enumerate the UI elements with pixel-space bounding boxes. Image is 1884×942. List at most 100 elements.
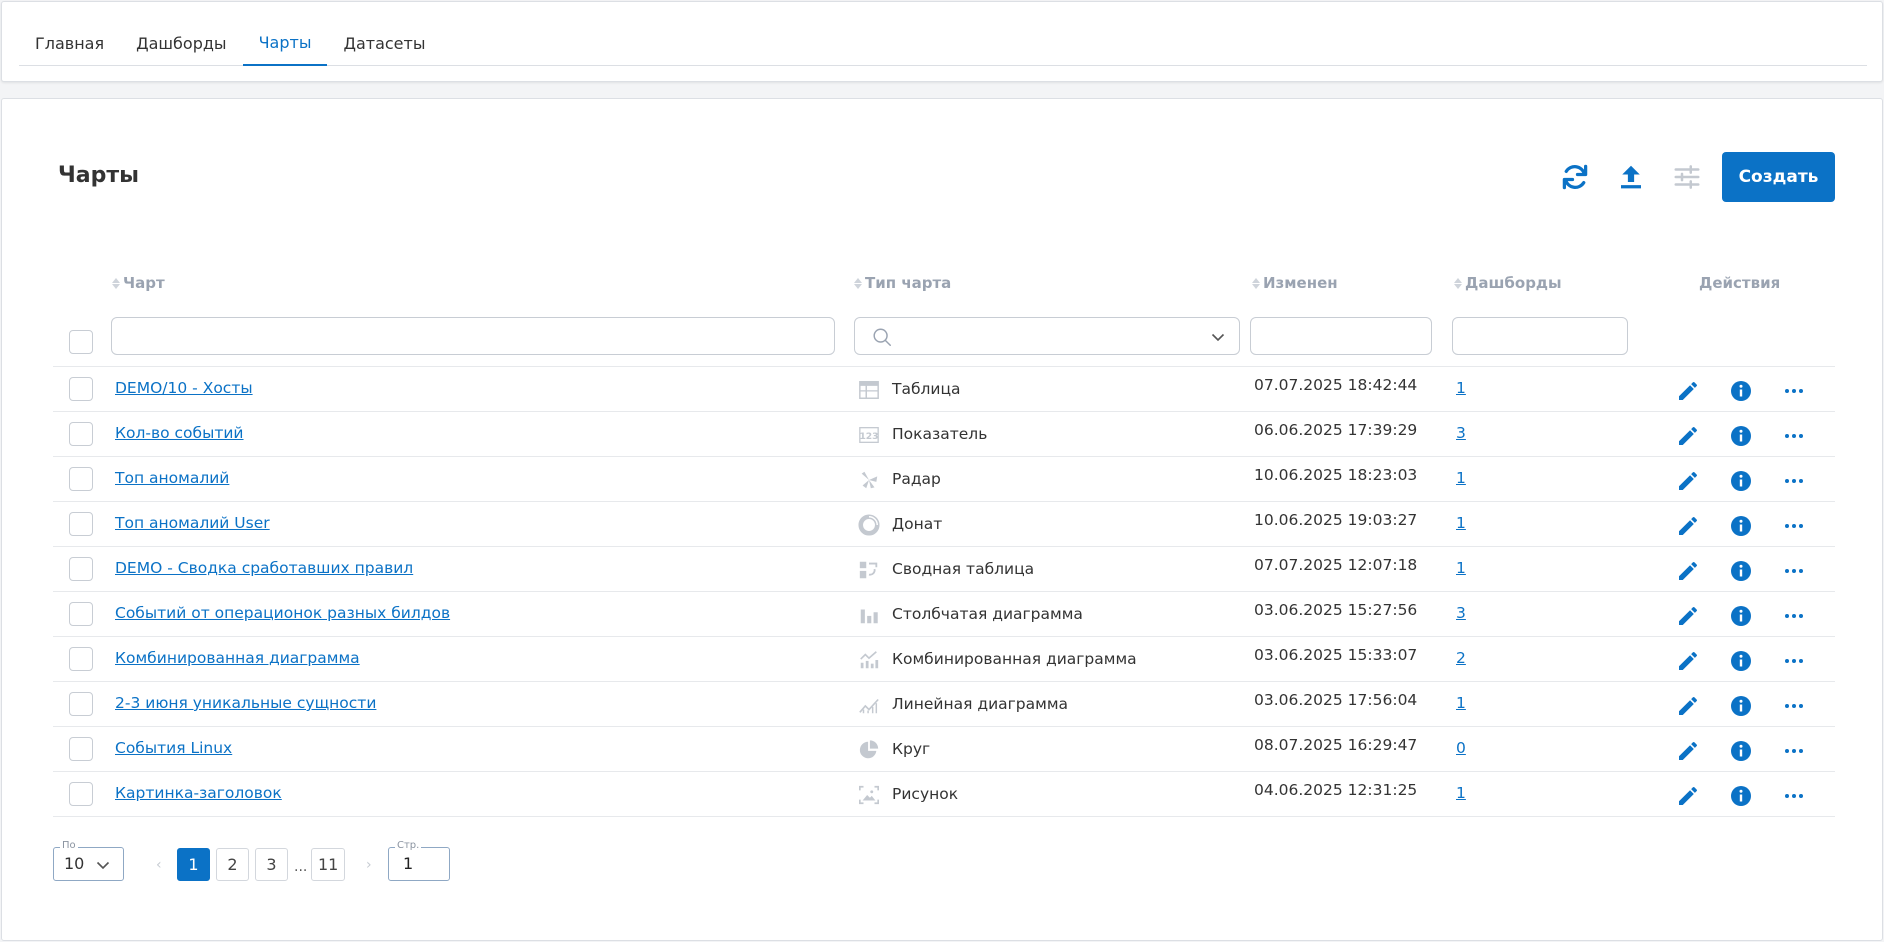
chart-name-link[interactable]: DEMO/10 - Хосты bbox=[115, 379, 253, 397]
pencil-icon bbox=[1679, 606, 1698, 625]
more-actions-button[interactable] bbox=[1781, 558, 1807, 584]
row-checkbox[interactable] bbox=[69, 737, 93, 761]
edit-button[interactable] bbox=[1675, 783, 1701, 809]
info-button[interactable] bbox=[1728, 783, 1754, 809]
edit-button[interactable] bbox=[1675, 378, 1701, 404]
row-checkbox[interactable] bbox=[69, 467, 93, 491]
edit-button[interactable] bbox=[1675, 468, 1701, 494]
row-checkbox[interactable] bbox=[69, 512, 93, 536]
page-3-button[interactable]: 3 bbox=[255, 848, 288, 881]
modified-date: 07.07.2025 12:07:18 bbox=[1254, 556, 1418, 574]
row-checkbox[interactable] bbox=[69, 557, 93, 581]
dashboards-count-link[interactable]: 0 bbox=[1456, 739, 1466, 757]
info-button[interactable] bbox=[1728, 423, 1754, 449]
more-actions-button[interactable] bbox=[1781, 378, 1807, 404]
chart-name-link[interactable]: Кол-во событий bbox=[115, 424, 244, 442]
goto-page-input[interactable]: Стр. 1 bbox=[388, 840, 450, 881]
more-actions-button[interactable] bbox=[1781, 423, 1807, 449]
edit-button[interactable] bbox=[1675, 648, 1701, 674]
per-page-select[interactable]: По 10 bbox=[53, 840, 124, 881]
edit-button[interactable] bbox=[1675, 603, 1701, 629]
dashboards-count-link[interactable]: 1 bbox=[1456, 784, 1466, 802]
next-page-button[interactable]: › bbox=[366, 857, 372, 873]
info-button[interactable] bbox=[1728, 603, 1754, 629]
table-icon bbox=[859, 381, 879, 399]
tab-charts[interactable]: Чарты bbox=[242, 20, 328, 66]
row-checkbox[interactable] bbox=[69, 602, 93, 626]
more-horizontal-icon bbox=[1785, 659, 1803, 663]
chart-type-label: Комбинированная диаграмма bbox=[892, 650, 1137, 668]
tab-home[interactable]: Главная bbox=[19, 20, 120, 66]
select-all-checkbox[interactable] bbox=[69, 330, 93, 354]
chart-name-link[interactable]: DEMO - Сводка сработавших правил bbox=[115, 559, 413, 577]
pencil-icon bbox=[1679, 426, 1698, 445]
info-button[interactable] bbox=[1728, 378, 1754, 404]
chart-name-link[interactable]: Картинка-заголовок bbox=[115, 784, 282, 802]
chart-type-filter-select[interactable] bbox=[854, 317, 1240, 355]
edit-button[interactable] bbox=[1675, 738, 1701, 764]
info-button[interactable] bbox=[1728, 513, 1754, 539]
row-checkbox[interactable] bbox=[69, 692, 93, 716]
info-icon bbox=[1731, 786, 1751, 806]
page-1-button[interactable]: 1 bbox=[177, 848, 210, 881]
info-button[interactable] bbox=[1728, 558, 1754, 584]
chart-name-link[interactable]: Топ аномалий User bbox=[115, 514, 270, 532]
refresh-button[interactable] bbox=[1555, 157, 1595, 197]
table-row: Топ аномалий User Донат 10.06.2025 19:03… bbox=[53, 501, 1835, 546]
column-header-dashboards[interactable]: Дашборды bbox=[1454, 274, 1562, 292]
page-2-button[interactable]: 2 bbox=[216, 848, 249, 881]
column-header-modified[interactable]: Изменен bbox=[1252, 274, 1338, 292]
pie-chart-icon bbox=[859, 740, 879, 759]
modified-filter-input[interactable] bbox=[1250, 317, 1432, 355]
edit-button[interactable] bbox=[1675, 693, 1701, 719]
page-11-button[interactable]: 11 bbox=[311, 848, 346, 881]
sliders-icon bbox=[1674, 165, 1700, 189]
row-checkbox[interactable] bbox=[69, 377, 93, 401]
column-header-chart[interactable]: Чарт bbox=[112, 274, 165, 292]
dashboards-count-link[interactable]: 1 bbox=[1456, 469, 1466, 487]
info-button[interactable] bbox=[1728, 738, 1754, 764]
dashboards-count-link[interactable]: 1 bbox=[1456, 559, 1466, 577]
row-checkbox[interactable] bbox=[69, 422, 93, 446]
prev-page-button[interactable]: ‹ bbox=[156, 857, 162, 873]
modified-date: 08.07.2025 16:29:47 bbox=[1254, 736, 1418, 754]
chart-name-link[interactable]: Комбинированная диаграмма bbox=[115, 649, 360, 667]
dashboards-count-link[interactable]: 3 bbox=[1456, 424, 1466, 442]
more-actions-button[interactable] bbox=[1781, 738, 1807, 764]
dashboards-count-link[interactable]: 2 bbox=[1456, 649, 1466, 667]
more-actions-button[interactable] bbox=[1781, 648, 1807, 674]
create-button[interactable]: Создать bbox=[1722, 152, 1835, 202]
dashboards-count-link[interactable]: 1 bbox=[1456, 514, 1466, 532]
pencil-icon bbox=[1679, 381, 1698, 400]
column-header-type[interactable]: Тип чарта bbox=[854, 274, 951, 292]
edit-button[interactable] bbox=[1675, 423, 1701, 449]
upload-button[interactable] bbox=[1611, 157, 1651, 197]
more-actions-button[interactable] bbox=[1781, 513, 1807, 539]
search-icon bbox=[873, 328, 891, 346]
row-checkbox[interactable] bbox=[69, 782, 93, 806]
table-row: Топ аномалий Радар 10.06.2025 18:23:03 1 bbox=[53, 456, 1835, 501]
edit-button[interactable] bbox=[1675, 513, 1701, 539]
tab-dashboards[interactable]: Дашборды bbox=[120, 20, 242, 66]
info-button[interactable] bbox=[1728, 648, 1754, 674]
more-actions-button[interactable] bbox=[1781, 603, 1807, 629]
dashboards-filter-input[interactable] bbox=[1452, 317, 1628, 355]
tab-datasets[interactable]: Датасеты bbox=[327, 20, 441, 66]
row-checkbox[interactable] bbox=[69, 647, 93, 671]
info-button[interactable] bbox=[1728, 468, 1754, 494]
pencil-icon bbox=[1679, 786, 1698, 805]
more-actions-button[interactable] bbox=[1781, 693, 1807, 719]
chart-name-link[interactable]: 2-3 июня уникальные сущности bbox=[115, 694, 376, 712]
chart-name-link[interactable]: Событий от операционок разных билдов bbox=[115, 604, 450, 622]
chart-name-link[interactable]: События Linux bbox=[115, 739, 232, 757]
edit-button[interactable] bbox=[1675, 558, 1701, 584]
more-actions-button[interactable] bbox=[1781, 468, 1807, 494]
more-actions-button[interactable] bbox=[1781, 783, 1807, 809]
dashboards-count-link[interactable]: 3 bbox=[1456, 604, 1466, 622]
dashboards-count-link[interactable]: 1 bbox=[1456, 694, 1466, 712]
column-settings-button[interactable] bbox=[1667, 157, 1707, 197]
chart-name-filter-input[interactable] bbox=[111, 317, 835, 355]
chart-name-link[interactable]: Топ аномалий bbox=[115, 469, 229, 487]
info-button[interactable] bbox=[1728, 693, 1754, 719]
dashboards-count-link[interactable]: 1 bbox=[1456, 379, 1466, 397]
